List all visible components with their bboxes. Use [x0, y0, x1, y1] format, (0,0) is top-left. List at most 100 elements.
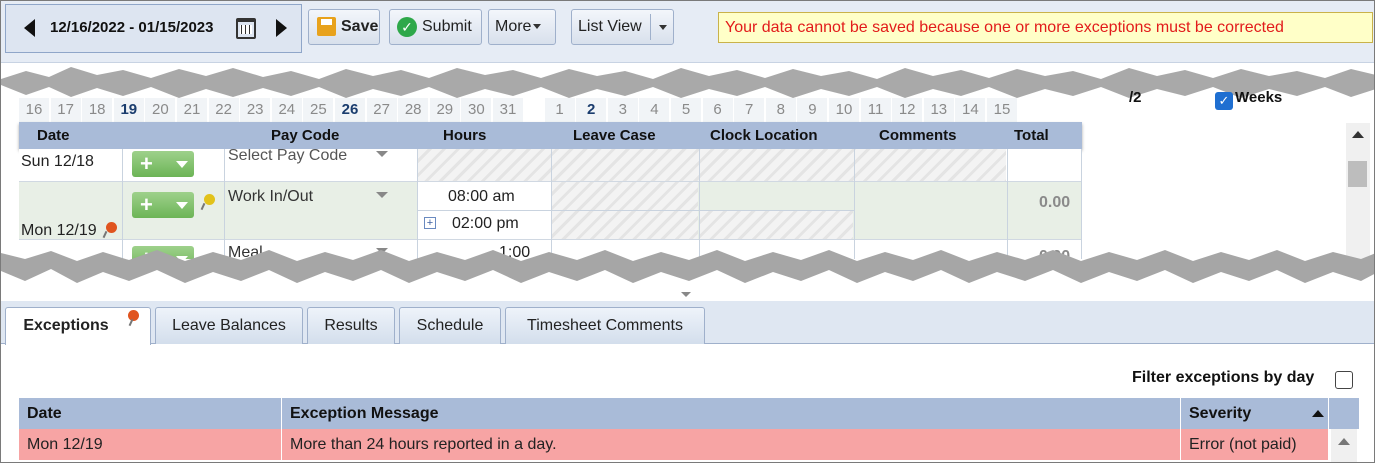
col-date[interactable]: Date: [19, 398, 282, 429]
col-hours: Hours: [443, 127, 487, 144]
day-cell[interactable]: 10: [829, 98, 860, 122]
day-strip: 16 17 18 19 20 21 22 23 24 25 26 27 28 29 30 31 1 2 3 4 5 6 7 8…: [19, 98, 1059, 122]
day-cell[interactable]: 26: [335, 98, 366, 122]
day-cell[interactable]: 31: [493, 98, 524, 122]
tab-results[interactable]: Results: [307, 307, 395, 344]
plus-icon: +: [140, 192, 153, 217]
tab-schedule[interactable]: Schedule: [399, 307, 501, 344]
day-cell[interactable]: 6: [702, 98, 734, 122]
col-exception-message[interactable]: Exception Message: [282, 398, 1181, 429]
day-cell[interactable]: 29: [429, 98, 461, 122]
chevron-down-icon: [533, 24, 542, 30]
exceptions-scrollbar[interactable]: [1331, 429, 1357, 462]
day-cell[interactable]: 8: [765, 98, 797, 122]
scroll-thumb[interactable]: [1348, 161, 1367, 187]
sort-ascending-icon[interactable]: [1312, 410, 1324, 417]
day-cell[interactable]: 13: [923, 98, 955, 122]
time-in[interactable]: 08:00 am: [448, 188, 515, 206]
exception-message: More than 24 hours reported in a day.: [282, 429, 1181, 460]
table-row[interactable]: Mon 12/19 More than 24 hours reported in…: [19, 429, 1329, 460]
col-severity[interactable]: Severity: [1181, 398, 1329, 429]
tab-label: Results: [324, 317, 378, 334]
tab-label: Exceptions: [23, 317, 109, 334]
row-divider: [418, 210, 854, 211]
day-cell[interactable]: 21: [177, 98, 208, 122]
save-button[interactable]: Save: [308, 9, 380, 45]
day-total: 0.00: [1039, 194, 1071, 211]
date-range-text: 12/16/2022 - 01/15/2023: [50, 19, 214, 36]
day-cell[interactable]: 22: [208, 98, 240, 122]
col-pay-code: Pay Code: [271, 127, 340, 144]
add-entry-button[interactable]: +: [132, 192, 194, 218]
exception-pin-icon: [128, 310, 139, 321]
error-banner: Your data cannot be saved because one or…: [718, 12, 1373, 43]
tab-leave-balances[interactable]: Leave Balances: [155, 307, 303, 344]
day-cell[interactable]: 28: [398, 98, 430, 122]
weeks-label: Weeks: [1235, 89, 1283, 106]
col-date: Date: [37, 127, 70, 144]
filter-exceptions-label: Filter exceptions by day: [1132, 369, 1315, 386]
day-cell[interactable]: 30: [461, 98, 493, 122]
chevron-down-icon: [176, 161, 188, 168]
chevron-down-icon[interactable]: [376, 151, 388, 157]
day-cell[interactable]: 14: [955, 98, 987, 122]
timesheet-window: 12/16/2022 - 01/15/2023 Save ✓ Submit Mo…: [0, 0, 1375, 463]
submit-label: Submit: [422, 18, 472, 35]
day-cell[interactable]: 24: [271, 98, 303, 122]
calendar-icon[interactable]: [236, 18, 256, 39]
day-cell[interactable]: 2: [576, 98, 608, 122]
col-clock-location: Clock Location: [710, 127, 818, 144]
day-cell[interactable]: 4: [639, 98, 671, 122]
day-cell[interactable]: 25: [303, 98, 335, 122]
day-cell[interactable]: 19: [113, 98, 145, 122]
day-label: Mon 12/19: [21, 222, 97, 239]
day-cell[interactable]: 5: [671, 98, 702, 122]
list-view-button[interactable]: List View: [571, 9, 674, 45]
splitter-handle-icon[interactable]: [681, 292, 691, 297]
bottom-tab-bar: Exceptions Leave Balances Results Schedu…: [1, 301, 1374, 345]
exception-severity: Error (not paid): [1181, 429, 1329, 460]
submit-button[interactable]: ✓ Submit: [389, 9, 482, 45]
torn-edge-top: [1, 67, 1374, 103]
show-weeks-checkbox[interactable]: ✓: [1215, 92, 1233, 110]
next-period-icon[interactable]: [276, 19, 287, 37]
toolbar: 12/16/2022 - 01/15/2023 Save ✓ Submit Mo…: [1, 1, 1374, 63]
day-cell[interactable]: 1: [544, 98, 576, 122]
add-entry-button[interactable]: +: [132, 151, 194, 177]
tab-timesheet-comments[interactable]: Timesheet Comments: [505, 307, 705, 344]
scroll-up-icon[interactable]: [1338, 438, 1350, 445]
pay-code-select[interactable]: Select Pay Code: [228, 149, 347, 165]
tab-label: Schedule: [416, 317, 484, 334]
day-label: Sun 12/18: [21, 153, 94, 170]
scroll-up-icon[interactable]: [1352, 131, 1364, 138]
expand-icon[interactable]: +: [424, 217, 436, 229]
day-cell[interactable]: 27: [366, 98, 398, 122]
day-cell[interactable]: 7: [734, 98, 766, 122]
day-cell[interactable]: 16: [19, 98, 50, 122]
day-cell[interactable]: 15: [987, 98, 1018, 122]
pay-code-select[interactable]: Work In/Out: [228, 188, 313, 206]
day-cell[interactable]: 12: [892, 98, 924, 122]
more-button[interactable]: More: [488, 9, 556, 45]
day-cell[interactable]: 23: [240, 98, 272, 122]
exception-pin-icon[interactable]: [106, 222, 117, 233]
day-cell[interactable]: 11: [860, 98, 892, 122]
col-leave-case: Leave Case: [573, 127, 656, 144]
year-fragment: /2: [1129, 89, 1142, 106]
checkmark-icon: ✓: [397, 17, 417, 37]
day-cell[interactable]: 3: [607, 98, 639, 122]
filter-exceptions-checkbox[interactable]: [1335, 371, 1353, 389]
clock-location-cell: [700, 210, 853, 239]
day-cell[interactable]: 18: [82, 98, 114, 122]
day-cell[interactable]: 17: [50, 98, 82, 122]
day-cell[interactable]: 20: [145, 98, 177, 122]
note-pin-icon[interactable]: [204, 194, 215, 205]
tab-label: Timesheet Comments: [527, 317, 683, 334]
col-total: Total: [1014, 127, 1049, 144]
plus-icon: +: [140, 151, 153, 176]
day-cell[interactable]: 9: [797, 98, 829, 122]
chevron-down-icon[interactable]: [659, 25, 667, 30]
previous-period-icon[interactable]: [24, 19, 35, 37]
time-out[interactable]: 02:00 pm: [452, 215, 519, 233]
chevron-down-icon[interactable]: [376, 192, 388, 198]
